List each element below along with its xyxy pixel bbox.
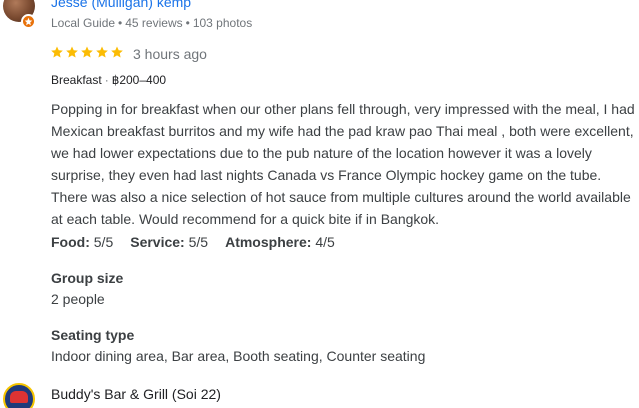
meal-info: Breakfast · ฿200–400: [51, 73, 166, 87]
business-logo-avatar[interactable]: [3, 383, 35, 408]
star-icon: [51, 46, 63, 58]
seating-type-value: Indoor dining area, Bar area, Booth seat…: [51, 348, 426, 364]
photos-count: 103 photos: [192, 16, 253, 30]
seating-type-title: Seating type: [51, 327, 135, 343]
group-size-title: Group size: [51, 270, 124, 286]
service-rating-label: Service:: [130, 234, 185, 250]
service-rating-value: 5/5: [188, 234, 209, 250]
reviewer-name-link[interactable]: Jesse (Mulligan) kemp: [51, 0, 191, 10]
atmosphere-rating-value: 4/5: [315, 234, 335, 250]
food-rating: Food: 5/5: [51, 234, 113, 250]
reviews-count: 45 reviews: [125, 16, 183, 30]
review-text: Popping in for breakfast when our other …: [51, 101, 635, 227]
next-reviewer-name[interactable]: Buddy's Bar & Grill (Soi 22): [51, 386, 221, 402]
service-rating: Service: 5/5: [130, 234, 208, 250]
food-rating-label: Food:: [51, 234, 90, 250]
meta-separator: •: [118, 16, 123, 30]
meal-type: Breakfast: [51, 73, 102, 87]
local-guide-badge-icon: [21, 14, 36, 29]
food-rating-value: 5/5: [93, 234, 114, 250]
meta-separator: •: [185, 16, 190, 30]
logo-mark-icon: [10, 391, 28, 403]
local-guide-label: Local Guide: [51, 16, 116, 30]
atmosphere-rating: Atmosphere: 4/5: [225, 234, 335, 250]
sub-ratings: Food: 5/5 Service: 5/5 Atmosphere: 4/5: [51, 234, 352, 250]
reviewer-meta: Local Guide • 45 reviews • 103 photos: [51, 16, 252, 30]
group-size-value: 2 people: [51, 291, 105, 307]
atmosphere-rating-label: Atmosphere:: [225, 234, 312, 250]
star-rating: [50, 45, 124, 59]
star-icon: [96, 46, 108, 58]
star-icon: [111, 46, 123, 58]
meal-separator: ·: [104, 73, 109, 87]
star-icon: [66, 46, 78, 58]
star-icon: [81, 46, 93, 58]
review-time: 3 hours ago: [133, 46, 207, 62]
meal-price: ฿200–400: [111, 73, 167, 87]
